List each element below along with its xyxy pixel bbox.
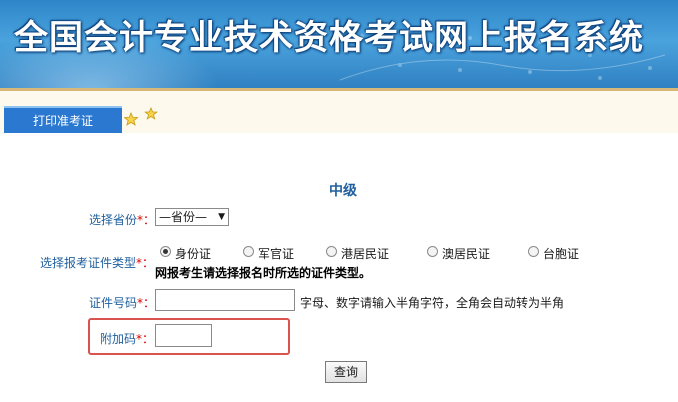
radio-macau-resident-permit[interactable]: 澳居民证 <box>427 245 490 262</box>
radio-selected-icon <box>160 246 171 257</box>
id-type-label: 选择报考证件类型*： <box>40 254 154 271</box>
province-selected-value: —省份— <box>159 210 208 224</box>
id-number-input[interactable] <box>155 289 295 311</box>
system-title: 全国会计专业技术资格考试网上报名系统 <box>14 18 644 58</box>
radio-military-id[interactable]: 军官证 <box>243 245 294 262</box>
radio-id-card[interactable]: 身份证 <box>160 245 211 262</box>
required-mark: *： <box>137 296 156 310</box>
captcha-label-text: 附加码 <box>100 332 137 346</box>
query-button[interactable]: 查询 <box>325 361 367 383</box>
radio-label: 港居民证 <box>341 247 390 261</box>
tab-bar: 打印准考证 <box>0 91 678 133</box>
radio-icon <box>326 246 337 257</box>
radio-label: 澳居民证 <box>442 247 491 261</box>
radio-icon <box>243 246 254 257</box>
id-number-label: 证件号码*： <box>89 294 155 311</box>
radio-icon <box>528 246 539 257</box>
province-label: 选择省份*： <box>89 211 155 228</box>
radio-label: 军官证 <box>258 247 295 261</box>
required-mark: *： <box>136 256 155 270</box>
province-label-text: 选择省份 <box>89 213 138 227</box>
required-mark: *： <box>137 213 156 227</box>
header-banner: 全国会计专业技术资格考试网上报名系统 <box>0 0 678 90</box>
required-mark: *： <box>136 332 155 346</box>
id-type-label-text: 选择报考证件类型 <box>40 256 137 270</box>
province-select[interactable]: —省份— ▼ <box>155 208 229 226</box>
captcha-input[interactable] <box>155 324 212 347</box>
radio-label: 台胞证 <box>543 247 580 261</box>
id-number-hint: 字母、数字请输入半角字符，全角会自动转为半角 <box>300 296 565 310</box>
radio-hk-resident-permit[interactable]: 港居民证 <box>326 245 389 262</box>
dropdown-arrow-icon: ▼ <box>218 212 225 222</box>
captcha-label: 附加码*： <box>100 330 154 347</box>
tab-print-admission-ticket[interactable]: 打印准考证 <box>4 106 122 133</box>
radio-icon <box>427 246 438 257</box>
id-number-label-text: 证件号码 <box>89 296 138 310</box>
radio-taiwan-compatriot-permit[interactable]: 台胞证 <box>528 245 579 262</box>
radio-label: 身份证 <box>175 247 212 261</box>
star-icon <box>124 107 158 126</box>
id-type-note: 网报考生请选择报名时所选的证件类型。 <box>155 266 372 280</box>
exam-level-heading: 中级 <box>329 183 357 199</box>
